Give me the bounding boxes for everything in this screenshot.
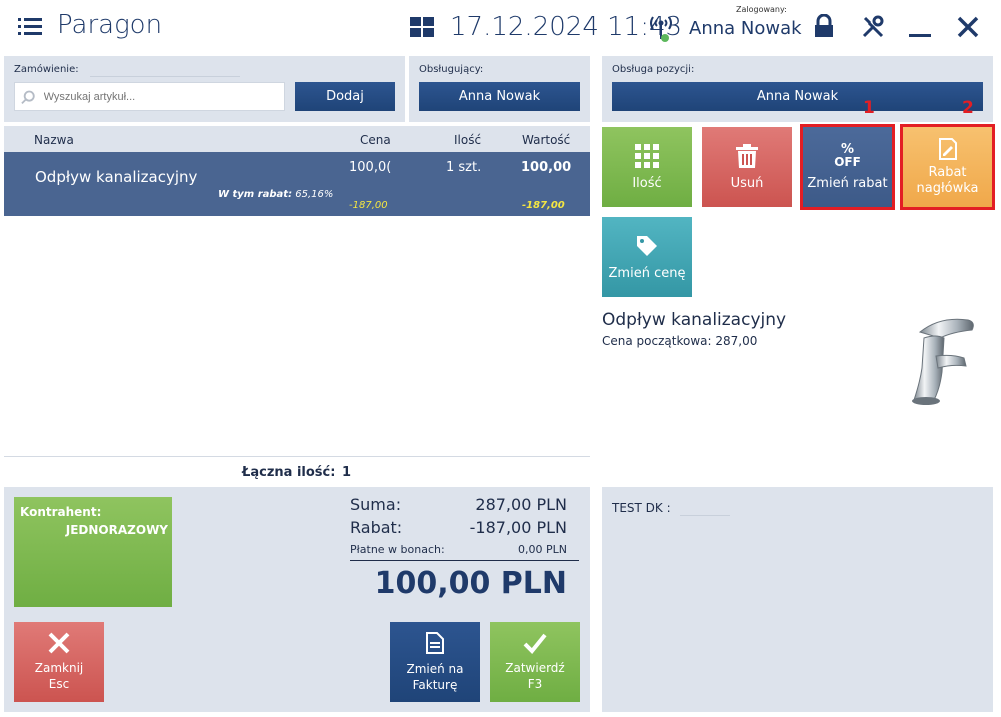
close-tile[interactable]: Zamknij Esc	[14, 622, 104, 702]
date-time: 17.12.2024 11:43	[450, 12, 683, 42]
confirm-tile-line1: Zatwierdź	[505, 661, 565, 675]
change-discount-label: Zmień rabat	[807, 175, 888, 191]
item-discount-pct: 65,16%	[295, 189, 334, 200]
qty-tile[interactable]: Ilość	[602, 127, 692, 207]
server-panel: Obsługujący: Anna Nowak	[409, 56, 590, 122]
summary-divider	[350, 560, 579, 561]
product-base-price: Cena początkowa: 287,00	[602, 334, 757, 348]
test-dk-label: TEST DK :	[612, 501, 671, 515]
position-service-panel: Obsługa pozycji: Anna Nowak	[602, 56, 993, 122]
close-tile-line1: Zamknij	[34, 661, 84, 675]
close-window-icon[interactable]	[957, 16, 979, 38]
column-qty[interactable]: Ilość	[454, 133, 481, 147]
search-input[interactable]	[43, 90, 284, 103]
logged-in-label: Zalogowany:	[736, 5, 787, 14]
item-value: 100,00	[521, 160, 572, 175]
grid-icon	[635, 143, 659, 168]
grand-total: 100,00 PLN	[374, 566, 567, 601]
confirm-tile-line2: F3	[527, 677, 543, 691]
app-title: Paragon	[57, 10, 163, 40]
invoice-tile[interactable]: Zmień na Fakturę	[390, 622, 480, 702]
item-price: 100,0(	[349, 160, 392, 175]
percent-off-bottom: OFF	[834, 154, 861, 169]
table-row[interactable]: Odpływ kanalizacyjny 100,0( 1 szt. 100,0…	[4, 152, 590, 216]
order-number-underline	[90, 76, 240, 77]
header-discount-label-1: Rabat	[928, 165, 967, 180]
discount-value: -187,00 PLN	[469, 518, 567, 537]
tag-icon	[637, 235, 657, 256]
column-value[interactable]: Wartość	[522, 133, 570, 147]
tools-icon[interactable]	[861, 15, 885, 39]
total-qty-label: Łączna ilość:	[242, 465, 336, 480]
base-price-label: Cena początkowa:	[602, 334, 712, 348]
summary-panel: Kontrahent: JEDNORAZOWY Suma: 287,00 PLN…	[4, 487, 590, 712]
checkmark-icon	[523, 633, 547, 654]
invoice-tile-line2: Fakturę	[412, 678, 458, 692]
server-label: Obsługujący:	[419, 64, 484, 75]
article-search[interactable]	[14, 82, 285, 111]
confirm-tile[interactable]: Zatwierdź F3	[490, 622, 580, 702]
discount-label: Rabat:	[350, 518, 403, 537]
connection-status-icon	[649, 13, 675, 43]
trash-icon	[736, 143, 758, 168]
item-discount-label: W tym rabat:	[218, 189, 293, 200]
item-discount-info: W tym rabat: 65,16%	[218, 189, 333, 200]
lock-icon[interactable]	[813, 13, 835, 38]
customer-label: Kontrahent:	[20, 505, 102, 519]
product-image	[900, 312, 980, 408]
test-dk-field[interactable]	[680, 515, 730, 516]
table-header: Nazwa Cena Ilość Wartość	[4, 126, 590, 152]
windows-grid-icon[interactable]	[410, 17, 434, 37]
position-service-label: Obsługa pozycji:	[612, 64, 695, 75]
base-price-value: 287,00	[715, 334, 758, 348]
document-icon	[426, 632, 444, 654]
total-qty-bar: Łączna ilość: 1	[4, 456, 590, 486]
vouchers-value: 0,00 PLN	[518, 543, 567, 556]
server-select[interactable]: Anna Nowak	[419, 82, 580, 111]
attributes-panel: TEST DK :	[602, 487, 993, 712]
total-qty-value: 1	[342, 465, 352, 480]
item-qty: 1 szt.	[446, 160, 482, 175]
close-tile-line2: Esc	[48, 677, 70, 691]
position-service-select[interactable]: Anna Nowak	[612, 82, 983, 111]
item-value-discount: -187,00	[522, 200, 565, 211]
order-label: Zamówienie:	[14, 64, 79, 75]
callout-2: 2	[962, 98, 974, 118]
callout-1: 1	[863, 98, 875, 118]
header-discount-tile[interactable]: Rabat nagłówka	[903, 127, 992, 207]
qty-tile-label: Ilość	[632, 175, 662, 191]
product-name: Odpływ kanalizacyjny	[602, 310, 787, 330]
customer-value: JEDNORAZOWY	[65, 523, 168, 537]
add-button[interactable]: Dodaj	[295, 82, 395, 111]
percent-off-icon: % OFF	[834, 141, 861, 169]
sum-label: Suma:	[350, 495, 402, 514]
invoice-tile-line1: Zmień na	[406, 662, 464, 676]
item-name: Odpływ kanalizacyjny	[35, 168, 198, 186]
column-price[interactable]: Cena	[360, 133, 391, 147]
delete-tile-label: Usuń	[730, 175, 764, 191]
change-price-label: Zmień cenę	[608, 265, 686, 281]
column-name[interactable]: Nazwa	[34, 133, 74, 147]
order-panel: Zamówienie: Dodaj	[4, 56, 405, 122]
vouchers-label: Płatne w bonach:	[350, 543, 445, 556]
item-price-discount: -187,00	[349, 200, 388, 211]
logged-user-name: Anna Nowak	[689, 18, 802, 39]
search-icon	[21, 90, 35, 104]
sum-value: 287,00 PLN	[475, 495, 567, 514]
percent-off-top: %	[840, 141, 854, 157]
minimize-icon[interactable]	[909, 16, 931, 40]
change-price-tile[interactable]: Zmień cenę	[602, 217, 692, 297]
close-x-icon	[48, 632, 70, 654]
edit-note-icon	[938, 138, 957, 160]
delete-tile[interactable]: Usuń	[702, 127, 792, 207]
change-discount-tile[interactable]: % OFF Zmień rabat	[803, 127, 892, 207]
menu-icon[interactable]	[18, 16, 42, 38]
header-discount-label-2: nagłówka	[916, 181, 979, 196]
table-body-empty	[4, 216, 590, 456]
customer-tile[interactable]: Kontrahent: JEDNORAZOWY	[14, 497, 172, 607]
